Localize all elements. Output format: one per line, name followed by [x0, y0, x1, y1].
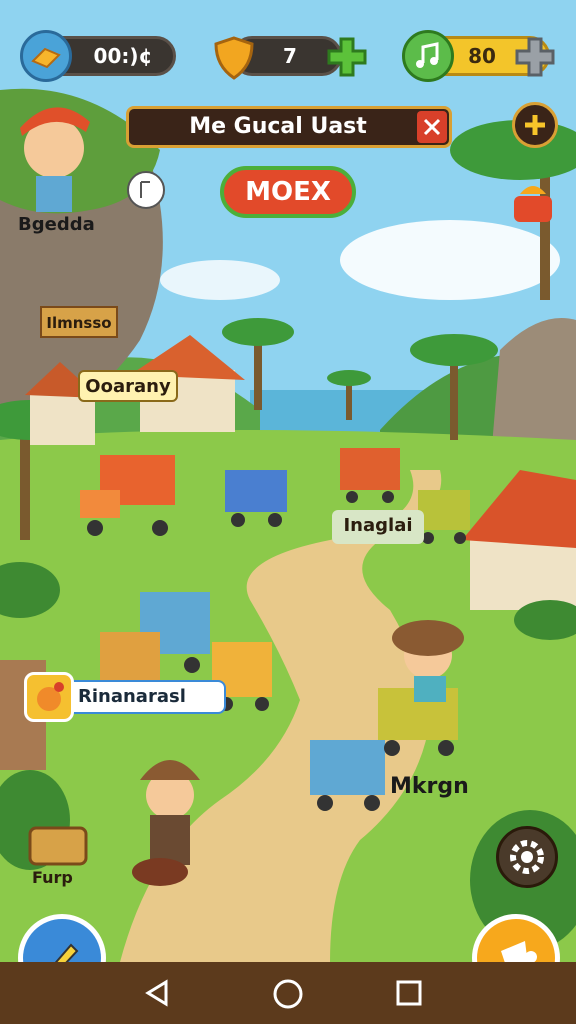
chat-bubble-icon[interactable]	[124, 168, 172, 212]
back-button[interactable]	[140, 978, 174, 1008]
add-music-button[interactable]	[512, 34, 558, 80]
home-circle-icon	[273, 979, 303, 1009]
signpost-label-2[interactable]: Ooarany	[78, 370, 178, 402]
title-banner: Me Gucal Uast	[126, 106, 452, 148]
add-shield-button[interactable]	[324, 34, 370, 80]
recents-button[interactable]	[394, 978, 424, 1008]
player-name-label: Bgedda	[18, 214, 95, 235]
plus-icon	[515, 37, 555, 77]
gift-icon	[514, 186, 552, 222]
notification-text: Rinanarasl	[78, 686, 186, 707]
shield-icon	[210, 34, 258, 82]
chest-icon	[28, 826, 88, 866]
close-icon	[423, 118, 441, 136]
home-button[interactable]	[270, 976, 306, 1012]
recents-square-icon	[396, 980, 422, 1006]
gold-bar-icon	[20, 30, 72, 82]
android-nav-bar	[0, 962, 576, 1024]
back-triangle-icon	[145, 979, 168, 1007]
chest-label: Furp	[32, 868, 73, 887]
gear-icon	[510, 840, 544, 874]
music-note-icon	[402, 30, 454, 82]
notification-bar: Rinanarasl	[54, 680, 226, 714]
add-button-right[interactable]	[512, 102, 558, 148]
gift-box-button[interactable]	[508, 180, 558, 226]
music-value: 80	[468, 44, 496, 68]
notification-avatar	[24, 672, 74, 722]
shield-value: 7	[283, 44, 297, 68]
signpost-label-3[interactable]: Inaglai	[332, 510, 424, 544]
chest-item[interactable]: Furp	[22, 818, 94, 890]
moex-button[interactable]: MOEX	[220, 166, 356, 218]
gems-value: 00:)¢	[93, 44, 153, 68]
plus-icon	[327, 37, 367, 77]
face-icon	[37, 682, 64, 711]
notification-pill[interactable]: Rinanarasl	[24, 672, 228, 722]
character-label: Mkrgn	[390, 774, 469, 799]
settings-button[interactable]	[496, 826, 558, 888]
signpost-label-1[interactable]: Ilmnsso	[40, 306, 118, 338]
close-banner-button[interactable]	[417, 111, 447, 143]
plus-icon	[525, 115, 545, 135]
title-text: Me Gucal Uast	[189, 114, 367, 139]
moex-button-label: MOEX	[245, 177, 331, 207]
